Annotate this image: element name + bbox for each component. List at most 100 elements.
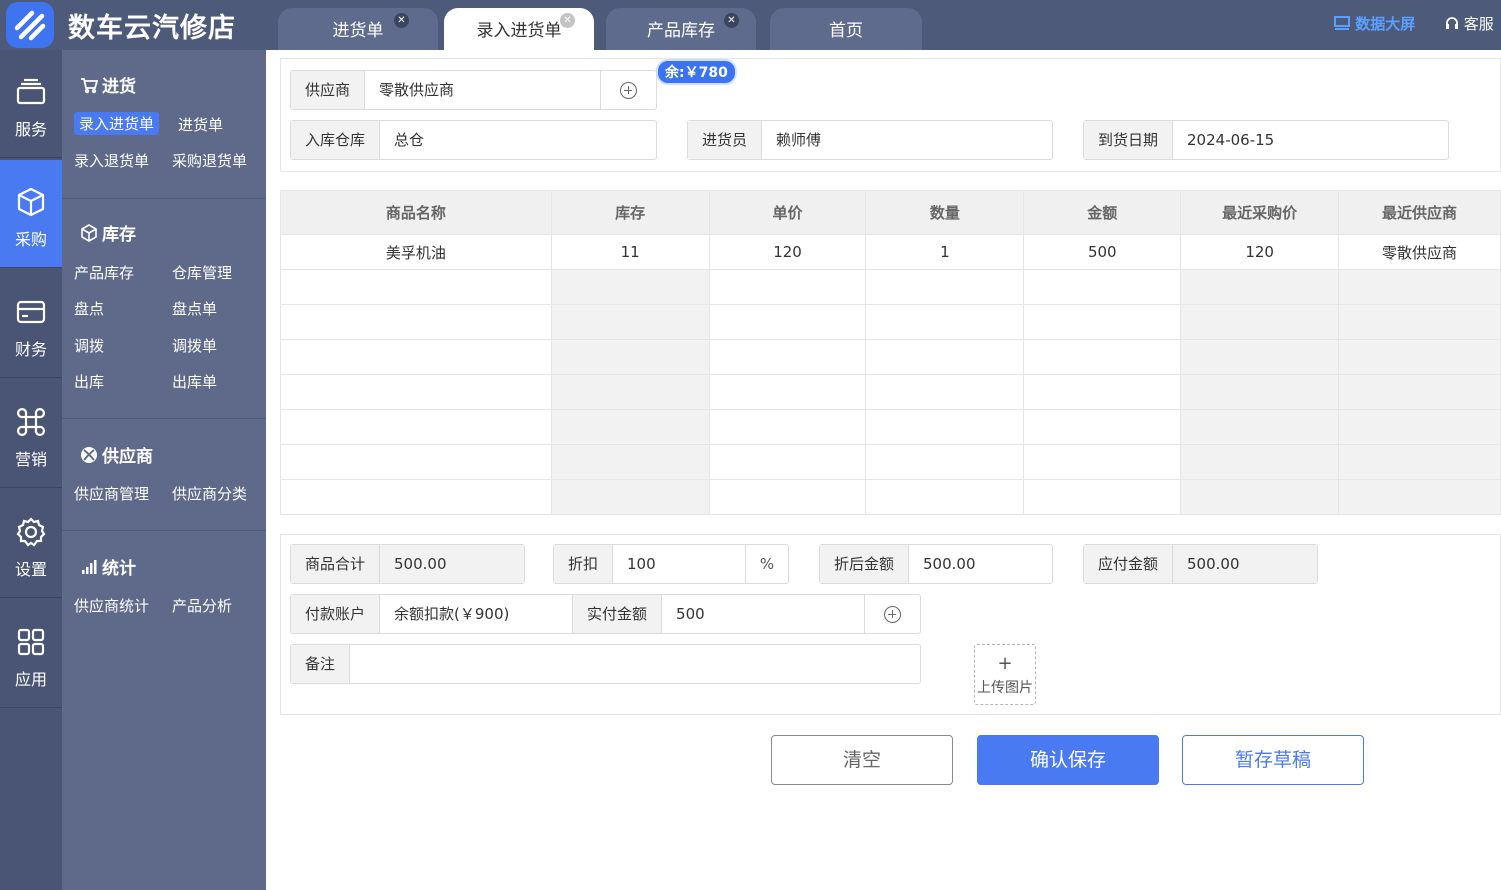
discount-input[interactable]: 100 <box>613 545 745 583</box>
table-cell-empty[interactable] <box>865 374 1025 410</box>
paid-amount-input[interactable]: 500 <box>662 595 864 633</box>
supplier-select[interactable]: 零散供应商 <box>365 71 600 109</box>
menu-item-purchase-orders[interactable]: 进货单 <box>178 114 223 135</box>
table-cell-empty[interactable] <box>280 374 552 410</box>
nav-finance[interactable]: 财务 <box>0 270 62 378</box>
nav-apps[interactable]: 应用 <box>0 600 62 708</box>
table-cell-empty[interactable] <box>865 479 1025 515</box>
menu-item-product-stock[interactable]: 产品库存 <box>74 262 134 283</box>
arrival-date-input[interactable]: 2024-06-15 <box>1173 121 1448 159</box>
table-cell-empty[interactable] <box>865 304 1025 340</box>
table-cell-empty[interactable] <box>708 269 867 305</box>
table-cell-empty[interactable] <box>708 479 867 515</box>
table-cell-empty[interactable] <box>1023 269 1182 305</box>
data-screen-link[interactable]: 数据大屏 <box>1334 13 1415 34</box>
tab-product-stock[interactable]: 产品库存 ✕ <box>606 8 756 50</box>
table-row-empty[interactable] <box>280 479 1501 515</box>
service-link[interactable]: 客服 <box>1445 13 1494 34</box>
menu-item-purchase-returns[interactable]: 采购退货单 <box>172 150 247 171</box>
after-discount-input[interactable]: 500.00 <box>909 545 1052 583</box>
warehouse-label: 入库仓库 <box>291 121 381 159</box>
upload-image-button[interactable]: + 上传图片 <box>974 644 1036 705</box>
table-cell-empty[interactable] <box>708 374 867 410</box>
table-cell-empty <box>1180 479 1340 515</box>
table-cell-empty[interactable] <box>865 444 1025 480</box>
command-icon <box>17 408 45 436</box>
table-cell-empty[interactable] <box>1023 409 1182 445</box>
table-cell-empty[interactable] <box>708 339 867 375</box>
menu-item-transfer-orders[interactable]: 调拨单 <box>172 335 217 356</box>
menu-item-supplier-manage[interactable]: 供应商管理 <box>74 483 149 504</box>
table-row-empty[interactable] <box>280 304 1501 340</box>
table-cell-empty[interactable] <box>280 444 552 480</box>
table-cell-empty <box>1180 269 1340 305</box>
table-cell-empty[interactable] <box>708 409 867 445</box>
table-row-empty[interactable] <box>280 409 1501 445</box>
nav-marketing[interactable]: 营销 <box>0 380 62 488</box>
tab-purchase-orders[interactable]: 进货单 ✕ <box>278 8 438 50</box>
table-row-empty[interactable] <box>280 444 1501 480</box>
table-cell-empty[interactable] <box>280 409 552 445</box>
nav-label: 财务 <box>14 340 47 359</box>
tab-home[interactable]: 首页 <box>770 8 922 50</box>
close-icon[interactable]: ✕ <box>560 13 575 28</box>
cell-amount[interactable]: 500 <box>1023 234 1182 270</box>
nav-label: 设置 <box>14 560 47 579</box>
clear-button[interactable]: 清空 <box>771 735 953 785</box>
menu-item-outbound-orders[interactable]: 出库单 <box>172 371 217 392</box>
menu-item-warehouse-manage[interactable]: 仓库管理 <box>172 262 232 283</box>
menu-item-product-analysis[interactable]: 产品分析 <box>172 595 232 616</box>
add-payment-button[interactable] <box>864 595 920 633</box>
pay-account-select[interactable]: 余额扣款(￥900) <box>380 595 574 633</box>
table-cell-empty[interactable] <box>865 269 1025 305</box>
cell-unit-price[interactable]: 120 <box>708 234 867 270</box>
menu-item-enter-purchase-order[interactable]: 录入进货单 <box>74 112 160 135</box>
nav-label: 采购 <box>14 230 47 249</box>
table-cell-empty[interactable] <box>280 479 552 515</box>
warehouse-select[interactable]: 总仓 <box>380 121 656 159</box>
remark-field: 备注 <box>290 644 921 684</box>
table-cell-empty[interactable] <box>708 444 867 480</box>
table-cell-empty[interactable] <box>280 339 552 375</box>
tab-enter-purchase-order[interactable]: 录入进货单 ✕ <box>444 8 594 50</box>
add-supplier-button[interactable] <box>600 71 656 109</box>
table-cell-empty[interactable] <box>280 269 552 305</box>
cell-product-name[interactable]: 美孚机油 <box>280 234 552 270</box>
table-row-empty[interactable] <box>280 339 1501 375</box>
table-cell-empty[interactable] <box>865 409 1025 445</box>
table-cell-empty[interactable] <box>708 304 867 340</box>
menu-item-supplier-stats[interactable]: 供应商统计 <box>74 595 149 616</box>
table-cell-empty <box>1180 444 1340 480</box>
table-cell-empty[interactable] <box>1023 304 1182 340</box>
menu-item-transfer[interactable]: 调拨 <box>74 335 104 356</box>
menu-item-outbound[interactable]: 出库 <box>74 371 104 392</box>
menu-item-supplier-category[interactable]: 供应商分类 <box>172 483 247 504</box>
remark-input[interactable] <box>350 645 920 683</box>
table-cell-empty[interactable] <box>1023 374 1182 410</box>
nav-service[interactable]: 服务 <box>0 50 62 158</box>
plus-circle-icon <box>620 82 637 99</box>
menu-item-enter-return[interactable]: 录入退货单 <box>74 150 149 171</box>
menu-item-stocktake[interactable]: 盘点 <box>74 298 104 319</box>
buyer-select[interactable]: 赖师傅 <box>762 121 1052 159</box>
close-icon[interactable]: ✕ <box>394 13 409 28</box>
tab-label: 首页 <box>829 21 863 41</box>
nav-purchase[interactable]: 采购 <box>0 160 62 268</box>
cell-quantity[interactable]: 1 <box>865 234 1025 270</box>
menu-section-supplier: 供应商 <box>80 442 153 467</box>
table-cell-empty[interactable] <box>280 304 552 340</box>
gear-icon <box>16 517 46 547</box>
close-icon[interactable]: ✕ <box>724 13 739 28</box>
table-cell-empty[interactable] <box>1023 479 1182 515</box>
table-cell-empty[interactable] <box>1023 444 1182 480</box>
table-row-empty[interactable] <box>280 269 1501 305</box>
table-cell-empty[interactable] <box>1023 339 1182 375</box>
menu-item-stocktake-orders[interactable]: 盘点单 <box>172 298 217 319</box>
app-title: 数车云汽修店 <box>68 13 236 44</box>
save-draft-button[interactable]: 暂存草稿 <box>1182 735 1364 785</box>
table-row[interactable]: 美孚机油 11 120 1 500 120 零散供应商 <box>280 234 1501 270</box>
table-cell-empty[interactable] <box>865 339 1025 375</box>
table-row-empty[interactable] <box>280 374 1501 410</box>
nav-settings[interactable]: 设置 <box>0 490 62 598</box>
confirm-save-button[interactable]: 确认保存 <box>977 735 1159 785</box>
